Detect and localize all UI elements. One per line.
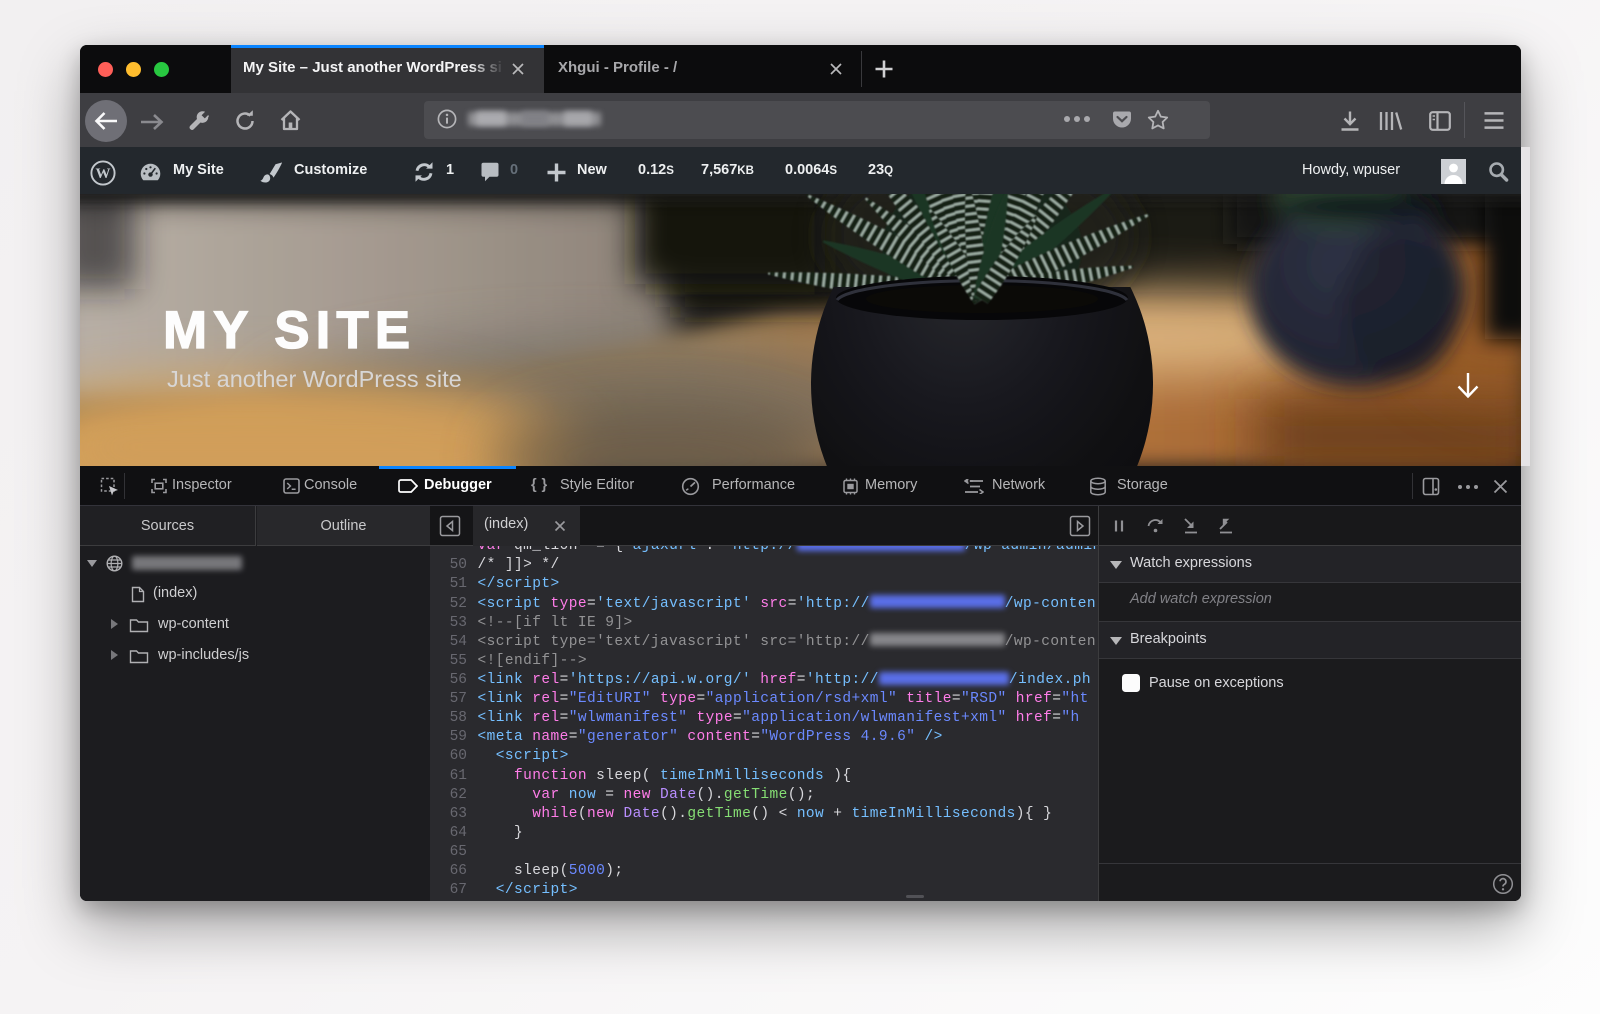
svg-text:W: W <box>96 166 111 182</box>
